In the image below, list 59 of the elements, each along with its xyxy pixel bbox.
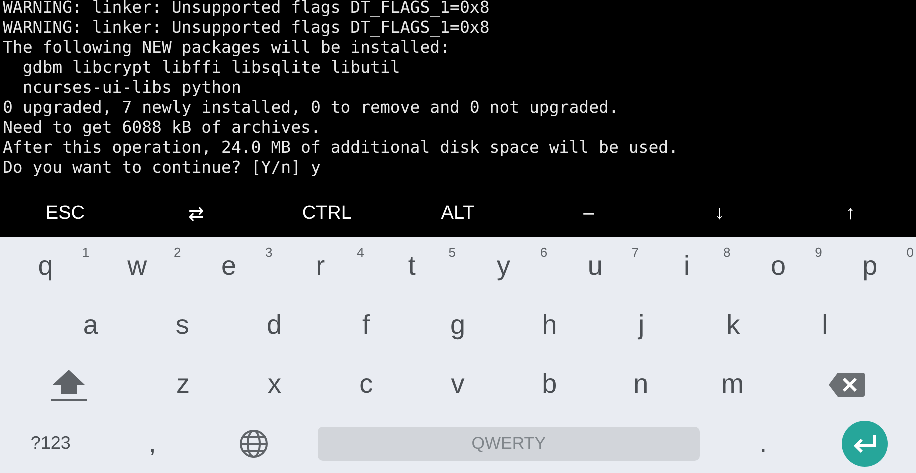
letter-key[interactable]: d [264,310,284,341]
key-hint: 2 [174,245,182,260]
letter-key[interactable]: . [758,428,770,459]
globe-icon[interactable] [239,428,270,458]
key-hint: 0 [906,245,914,260]
letter-key[interactable]: s [174,310,192,341]
key-hint: 5 [448,245,456,260]
letter-key[interactable]: v [449,369,467,400]
letter-key[interactable]: o [769,251,788,282]
extra-key[interactable]: ⇄ [184,200,208,228]
letter-key[interactable]: l [820,310,830,341]
key-hint: 7 [632,245,640,260]
letter-key[interactable]: j [636,310,647,341]
extra-key[interactable]: ALT [437,200,479,226]
shift-icon[interactable] [48,368,89,402]
letter-key[interactable]: u [586,251,605,282]
extra-key[interactable]: ↓ [710,200,728,226]
terminal-line: ncurses-ui-libs python [22,78,242,98]
letter-key[interactable]: i [682,251,692,282]
terminal-line: The following NEW packages will be installed: [3,38,452,58]
letter-key[interactable]: w [126,251,150,282]
backspace-icon[interactable] [828,372,866,398]
letter-key[interactable]: k [724,310,742,341]
key-hint: 4 [357,245,364,260]
letter-key[interactable]: a [81,310,100,341]
key-hint: 6 [540,245,548,260]
letter-key[interactable]: n [632,369,651,400]
extra-key[interactable]: CTRL [298,200,356,226]
letter-key[interactable]: m [720,369,746,400]
enter-button[interactable] [842,420,888,466]
terminal-line: gdbm libcrypt libffi libsqlite libutil [22,58,402,78]
terminal-line: WARNING: linker: Unsupported flags DT_FLAGS_1=0x8 [3,0,491,18]
letter-key[interactable]: h [540,310,560,341]
letter-key[interactable]: c [358,369,376,400]
letter-key[interactable]: q [36,251,56,282]
letter-key[interactable]: t [406,251,418,282]
terminal-line: Do you want to continue? [Y/n] y [3,158,322,178]
terminal-line: 0 upgraded, 7 newly installed, 0 to remove and 0 not upgraded. [3,98,620,118]
letter-key[interactable]: g [448,310,468,341]
letter-key[interactable]: x [266,369,284,400]
extra-key[interactable]: ↑ [842,200,860,226]
terminal-line: Need to get 6088 kB of archives. [3,118,322,138]
letter-key[interactable]: r [314,251,328,282]
key-hint: 9 [815,245,822,260]
letter-key[interactable]: f [360,310,372,341]
extra-key[interactable]: ESC [42,200,89,226]
terminal-line: After this operation, 24.0 MB of additional disk space will be used. [3,138,680,158]
key-hint: 8 [724,245,731,260]
letter-key[interactable]: , [146,428,158,459]
letter-key[interactable]: b [540,369,560,400]
key-hint: 3 [266,245,273,260]
letter-key[interactable]: z [174,369,192,400]
letter-key[interactable]: y [495,251,513,282]
letter-key[interactable]: e [219,251,238,282]
terminal-line: WARNING: linker: Unsupported flags DT_FLAGS_1=0x8 [3,18,491,38]
letter-key[interactable]: p [860,251,880,282]
extra-key[interactable]: – [580,200,598,226]
symbols-key[interactable]: ?123 [28,433,73,454]
key-hint: 1 [82,245,90,260]
